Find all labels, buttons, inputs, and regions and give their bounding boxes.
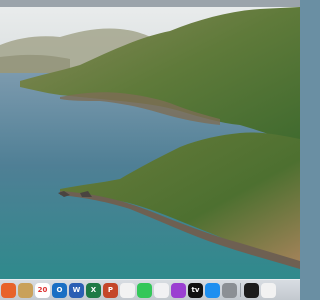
app-store-icon[interactable] <box>205 282 220 298</box>
photos-icon[interactable] <box>120 282 135 298</box>
terminal-icon[interactable] <box>244 282 259 298</box>
outlook-icon[interactable]: O <box>52 282 67 298</box>
notes-icon[interactable] <box>18 282 33 298</box>
powerpoint-icon[interactable]: P <box>103 282 118 298</box>
dock: 20 O W X Ptv <box>0 279 300 300</box>
calendar-icon[interactable]: 20 <box>35 282 50 298</box>
word-icon[interactable]: W <box>69 282 84 298</box>
home-icon[interactable] <box>261 282 276 298</box>
excel-icon[interactable]: X <box>86 282 101 298</box>
apple-tv-icon[interactable]: tv <box>188 282 203 298</box>
menu-bar <box>0 0 300 7</box>
podcasts-icon[interactable] <box>171 282 186 298</box>
dock-separator <box>240 283 241 297</box>
firefox-icon[interactable] <box>1 282 16 298</box>
music-icon[interactable] <box>154 282 169 298</box>
desktop-wallpaper <box>0 7 300 279</box>
system-settings-icon[interactable] <box>222 282 237 298</box>
messages-icon[interactable] <box>137 282 152 298</box>
